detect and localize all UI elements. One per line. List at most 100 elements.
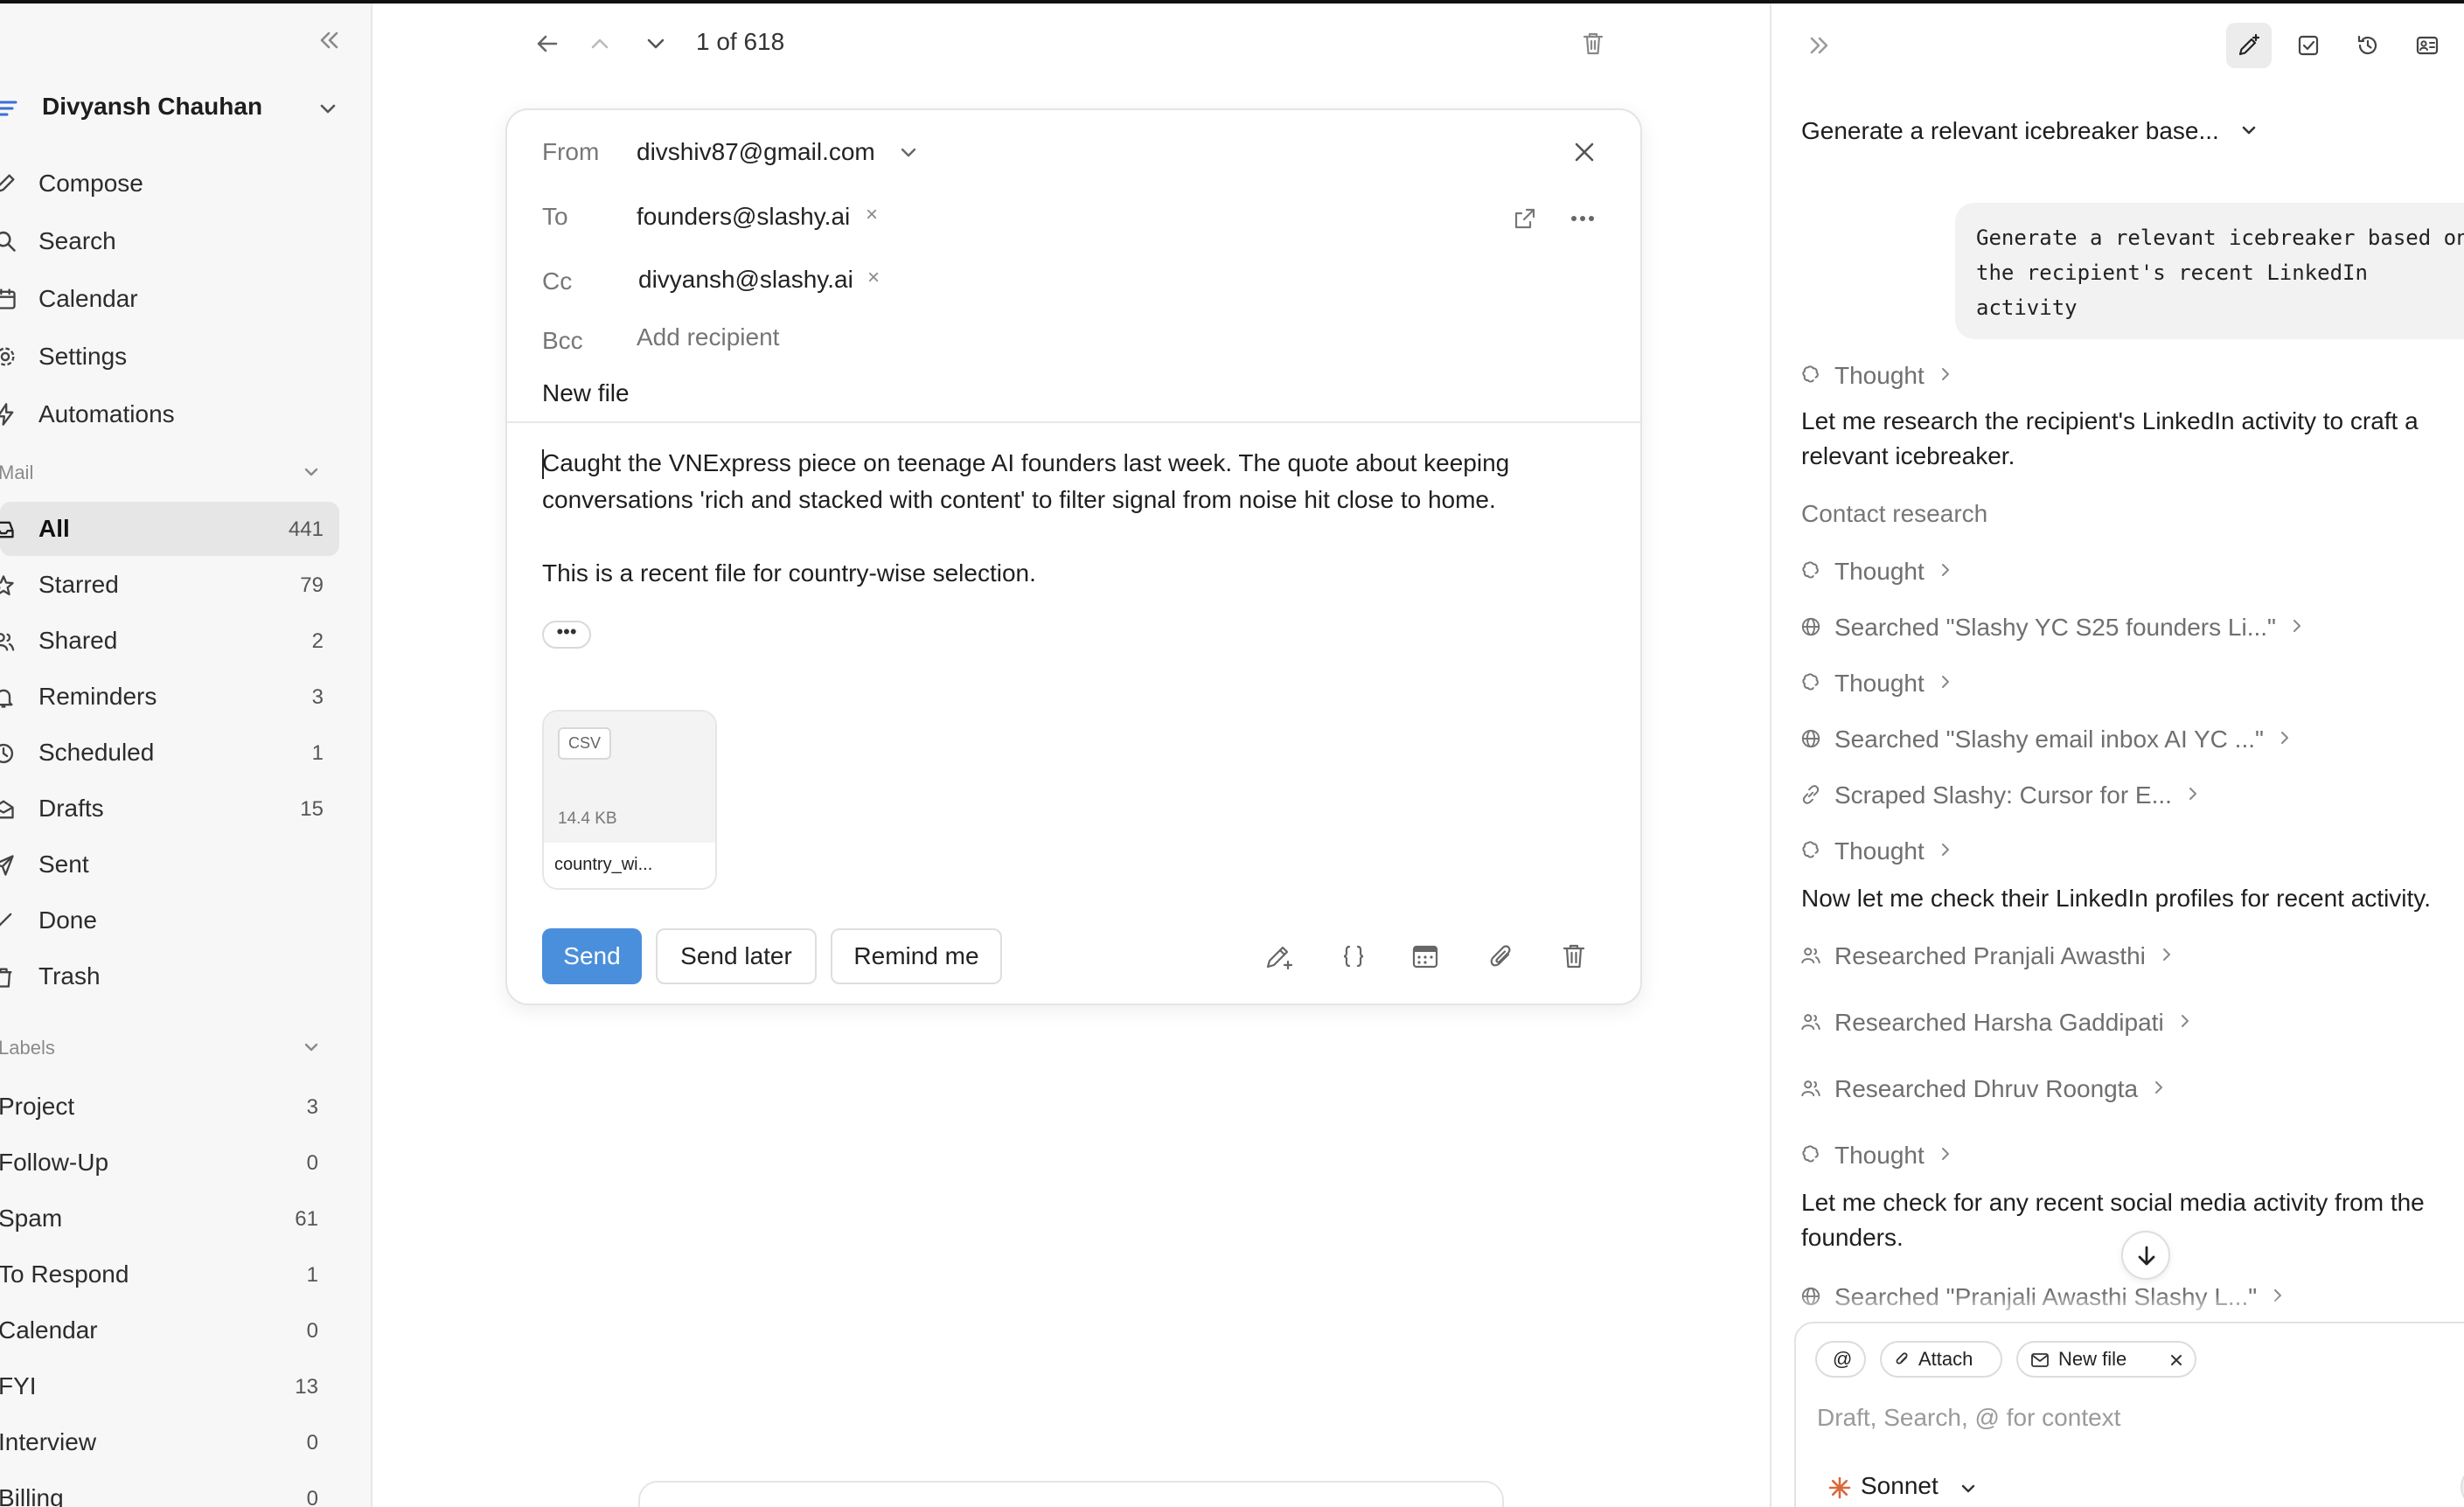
folder-count: 79 xyxy=(300,573,324,597)
back-button[interactable] xyxy=(532,28,563,59)
person-icon xyxy=(1801,948,1820,964)
send-prompt-button[interactable] xyxy=(2461,1465,2464,1507)
folder-reminders[interactable]: Reminders 3 xyxy=(0,670,339,724)
label-count: 3 xyxy=(306,1095,318,1119)
collapse-panel-button[interactable] xyxy=(1801,28,1836,63)
step-label: Researched Harsha Gaddipati xyxy=(1834,1009,2164,1036)
subject-field[interactable]: New file xyxy=(542,379,630,407)
label-item[interactable]: Billing 0 xyxy=(0,1472,339,1507)
folder-shared[interactable]: Shared 2 xyxy=(0,614,339,668)
remove-to-recipient-button[interactable]: × xyxy=(866,203,878,227)
users-icon xyxy=(0,633,15,651)
step-label: Searched "Slashy YC S25 founders Li..." xyxy=(1834,614,2276,641)
scroll-fade xyxy=(1771,1294,2464,1320)
trash-icon xyxy=(1583,32,1604,55)
sidebar-item-compose[interactable]: Compose xyxy=(0,159,350,208)
remind-me-button[interactable]: Remind me xyxy=(831,928,1002,984)
from-field[interactable]: divshiv87@gmail.com xyxy=(637,138,875,166)
close-composer-button[interactable] xyxy=(1567,135,1602,170)
mention-chip[interactable]: @ xyxy=(1815,1341,1866,1378)
chevron-right-icon xyxy=(2163,948,2170,961)
folder-label: Trash xyxy=(38,962,101,990)
tab-history[interactable] xyxy=(2345,23,2391,68)
body-line: Caught the VNExpress piece on teenage AI… xyxy=(542,449,1510,476)
sidebar-item-calendar[interactable]: Calendar xyxy=(0,274,350,323)
ai-write-button[interactable] xyxy=(1261,939,1296,974)
mail-icon xyxy=(2031,1353,2049,1367)
model-name: Sonnet xyxy=(1861,1472,1938,1499)
tab-compose-assistant[interactable] xyxy=(2226,23,2272,68)
prompt-selector[interactable]: Generate a relevant icebreaker base... xyxy=(1801,117,2259,145)
cc-recipient-chip[interactable]: divyansh@slashy.ai xyxy=(638,266,853,294)
context-file-chip[interactable]: New file xyxy=(2016,1341,2196,1378)
pen-sparkle-icon xyxy=(1266,946,1293,970)
label-item[interactable]: Project 3 xyxy=(0,1080,339,1133)
label-item[interactable]: To Respond 1 xyxy=(0,1248,339,1301)
pen-sparkle-icon xyxy=(2238,33,2260,56)
chat-input[interactable] xyxy=(1817,1397,2429,1439)
show-quoted-text-button[interactable]: ••• xyxy=(542,621,591,649)
attachment-card[interactable]: CSV 14.4 KB country_wi... xyxy=(542,710,717,890)
close-icon[interactable] xyxy=(2168,1352,2184,1368)
pop-out-button[interactable] xyxy=(1509,203,1541,234)
folder-drafts[interactable]: Drafts 15 xyxy=(0,781,339,836)
contact-card-icon xyxy=(2416,36,2439,55)
send-later-button[interactable]: Send later xyxy=(656,928,817,984)
label-item[interactable]: FYI 13 xyxy=(0,1360,339,1413)
chevron-down-icon[interactable] xyxy=(897,142,920,164)
sidebar-item-settings[interactable]: Settings xyxy=(0,332,350,381)
attachment-name: country_wi... xyxy=(554,855,653,874)
folder-all[interactable]: All 441 xyxy=(0,502,339,556)
folder-scheduled[interactable]: Scheduled 1 xyxy=(0,726,339,780)
folder-count: 1 xyxy=(311,741,324,765)
send-button[interactable]: Send xyxy=(542,928,642,984)
label-name: Calendar xyxy=(0,1316,98,1344)
sparkle-star-icon xyxy=(1828,1476,1851,1499)
reply-box-peek[interactable] xyxy=(638,1481,1504,1507)
assistant-panel: Generate a relevant icebreaker base... G… xyxy=(1770,3,2464,1507)
chevron-down-icon xyxy=(304,468,318,476)
chevron-right-icon xyxy=(1942,844,1949,856)
calendar-icon xyxy=(0,288,16,309)
sidebar-item-automations[interactable]: Automations xyxy=(0,390,350,439)
previous-button[interactable] xyxy=(584,28,616,59)
trash-icon xyxy=(1563,944,1585,969)
assistant-message: Let me research the recipient's LinkedIn… xyxy=(1801,407,2419,469)
to-recipient-chip[interactable]: founders@slashy.ai xyxy=(637,203,850,231)
remove-cc-recipient-button[interactable]: × xyxy=(867,266,880,290)
next-button[interactable] xyxy=(640,28,672,59)
schedule-meeting-button[interactable] xyxy=(1408,939,1443,974)
chevron-down-icon xyxy=(647,38,665,49)
label-item[interactable]: Interview 0 xyxy=(0,1416,339,1469)
tab-tasks[interactable] xyxy=(2286,23,2331,68)
mail-section-header[interactable]: Mail xyxy=(0,453,350,491)
label-count: 0 xyxy=(306,1151,318,1175)
activity-section-title: Contact research xyxy=(1801,500,1988,527)
folder-trash[interactable]: Trash xyxy=(0,949,339,1004)
variables-button[interactable] xyxy=(1336,939,1371,974)
folder-sent[interactable]: Sent xyxy=(0,837,339,892)
sidebar-item-search[interactable]: Search xyxy=(0,217,350,266)
folder-starred[interactable]: Starred 79 xyxy=(0,558,339,612)
account-switcher[interactable]: Divyansh Chauhan xyxy=(0,87,350,129)
person-icon xyxy=(1801,1014,1820,1031)
inbox-icon xyxy=(0,521,14,538)
discard-draft-button[interactable] xyxy=(1556,939,1591,974)
scroll-to-bottom-button[interactable] xyxy=(2121,1231,2170,1280)
braces-icon xyxy=(1343,945,1364,968)
attach-chip-label: Attach xyxy=(1918,1348,1973,1370)
label-item[interactable]: Calendar 0 xyxy=(0,1304,339,1357)
attach-chip[interactable]: Attach xyxy=(1880,1341,2002,1378)
chevron-down-icon xyxy=(2242,126,2255,135)
label-item[interactable]: Spam 61 xyxy=(0,1192,339,1245)
delete-thread-button[interactable] xyxy=(1577,28,1609,59)
labels-section-header[interactable]: Labels xyxy=(0,1028,350,1066)
more-options-button[interactable] xyxy=(1565,203,1600,234)
label-item[interactable]: Follow-Up 0 xyxy=(0,1136,339,1189)
collapse-sidebar-button[interactable] xyxy=(313,24,345,56)
brain-icon xyxy=(1802,1145,1819,1163)
bcc-input[interactable] xyxy=(637,320,986,355)
tab-contact[interactable] xyxy=(2405,23,2450,68)
attach-file-button[interactable] xyxy=(1485,939,1520,974)
folder-done[interactable]: Done xyxy=(0,893,339,948)
